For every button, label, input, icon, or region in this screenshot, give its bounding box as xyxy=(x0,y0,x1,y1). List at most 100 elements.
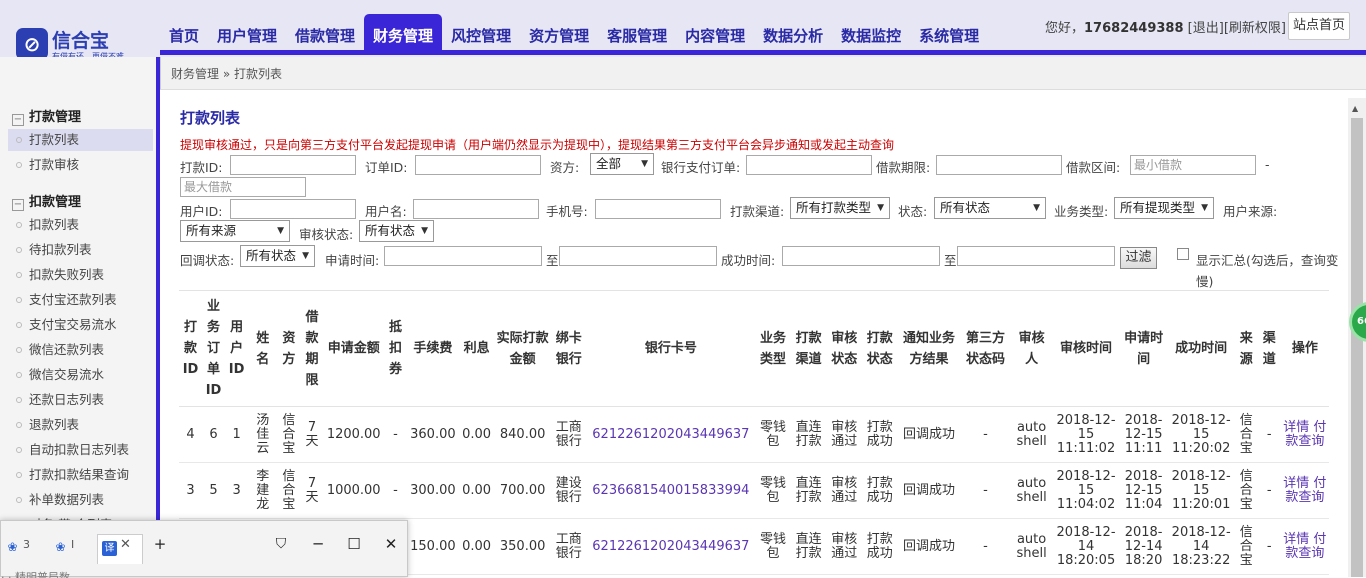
nav-item-0[interactable]: 首页 xyxy=(160,14,208,52)
sidebar-item[interactable]: 还款日志列表 xyxy=(8,389,153,411)
status-select[interactable]: 所有状态 ▼ xyxy=(934,197,1046,219)
sidebar-item[interactable]: 微信还款列表 xyxy=(8,339,153,361)
nav-item-5[interactable]: 资方管理 xyxy=(520,14,598,52)
browser-tab-translate[interactable]: 译 ✕ xyxy=(97,534,143,564)
sidebar-item[interactable]: 打款扣款结果查询 xyxy=(8,464,153,486)
site-home-button[interactable]: 站点首页 xyxy=(1288,12,1350,40)
callback-select[interactable]: 所有状态 ▼ xyxy=(240,245,315,267)
show-summary-checkbox[interactable] xyxy=(1177,248,1189,260)
user-id-input[interactable] xyxy=(230,199,356,219)
audit-select[interactable]: 所有状态 ▼ xyxy=(359,220,434,242)
username-input[interactable] xyxy=(413,199,539,219)
table-cell: 零钱包 xyxy=(755,518,791,575)
sidebar-group-deduction[interactable]: − 扣款管理 xyxy=(12,191,81,211)
scroll-thumb[interactable] xyxy=(1351,118,1363,577)
min-loan-input[interactable]: 最小借款 xyxy=(1130,155,1256,175)
table-row: 4 6 1 汤佳云 信合宝 7天 1200.00-360.00 0.00 840.00 工商银行 6… xyxy=(179,406,1329,463)
nav-item-10[interactable]: 系统管理 xyxy=(910,14,988,52)
order-id-input[interactable] xyxy=(415,155,541,175)
row-actions-link[interactable]: 详情 付款查询 xyxy=(1280,518,1329,575)
scroll-up-icon[interactable]: ▲ xyxy=(1352,104,1358,113)
minimize-button[interactable]: ─ xyxy=(307,533,329,555)
browser-tab-1[interactable]: ❀ 3 xyxy=(5,538,30,562)
capital-label: 资方: xyxy=(550,160,580,175)
biz-type-select[interactable]: 所有提现类型 ▼ xyxy=(1114,197,1214,219)
apply-time-end-input[interactable] xyxy=(559,246,717,266)
logout-link[interactable]: [退出] xyxy=(1188,21,1224,36)
table-cell: 建设银行 xyxy=(550,462,587,519)
collapse-icon: − xyxy=(12,199,24,211)
chevron-down-icon: ▼ xyxy=(421,226,428,236)
nav-item-7[interactable]: 内容管理 xyxy=(676,14,754,52)
sidebar-item[interactable]: 打款审核 xyxy=(8,154,153,176)
channel-select[interactable]: 所有打款类型 ▼ xyxy=(790,197,890,219)
shirt-icon[interactable]: ⛉ xyxy=(270,533,292,555)
nav-item-3[interactable]: 财务管理 xyxy=(364,14,443,52)
bank-order-input[interactable] xyxy=(746,155,872,175)
sidebar-item[interactable]: 扣款失败列表 xyxy=(8,264,153,286)
audit-label: 审核状态: xyxy=(299,227,354,242)
apply-time-start-input[interactable] xyxy=(384,246,542,266)
sidebar-item[interactable]: 打款列表 xyxy=(8,129,153,151)
sidebar-item[interactable]: 待扣款列表 xyxy=(8,239,153,261)
table-cell: 审核通过 xyxy=(826,406,862,463)
table-cell: 零钱包 xyxy=(755,406,791,463)
table-cell: 1200.00 xyxy=(323,406,384,463)
nav-item-1[interactable]: 用户管理 xyxy=(208,14,286,52)
maximize-button[interactable]: ☐ xyxy=(343,533,365,555)
sidebar-item[interactable]: 扣款列表 xyxy=(8,214,153,236)
table-cell: 信合宝 xyxy=(277,406,301,463)
max-loan-input[interactable]: 最大借款 xyxy=(180,177,306,197)
loan-term-input[interactable] xyxy=(936,155,1062,175)
success-time-start-input[interactable] xyxy=(782,246,940,266)
table-cell: 7天 xyxy=(300,462,324,519)
new-tab-button[interactable]: + xyxy=(149,533,171,555)
bullet-icon xyxy=(16,137,22,143)
nav-item-4[interactable]: 风控管理 xyxy=(442,14,520,52)
row-actions-link[interactable]: 详情 付款查询 xyxy=(1280,462,1329,519)
table-cell: 工商银行 xyxy=(550,406,587,463)
nav-item-8[interactable]: 数据分析 xyxy=(754,14,832,52)
row-actions-link[interactable]: 详情 付款查询 xyxy=(1280,406,1329,463)
sidebar-item[interactable]: 补单数据列表 xyxy=(8,489,153,511)
phone-input[interactable] xyxy=(595,199,721,219)
bank-card-number[interactable]: 6212261202043449637 xyxy=(586,406,756,463)
close-window-button[interactable]: ✕ xyxy=(380,533,402,555)
table-cell: - xyxy=(383,462,407,519)
loan-range-label: 借款区间: xyxy=(1066,160,1121,175)
table-cell: 信合宝 xyxy=(1234,462,1258,519)
nav-item-6[interactable]: 客服管理 xyxy=(598,14,676,52)
browser-tab-2[interactable]: ❀ I xyxy=(53,538,74,562)
table-cell: 打款成功 xyxy=(862,406,898,463)
table-cell: 汤佳云 xyxy=(248,406,278,463)
bullet-icon xyxy=(16,247,22,253)
success-time-end-input[interactable] xyxy=(957,246,1115,266)
sidebar-item[interactable]: 退款列表 xyxy=(8,414,153,436)
column-header: 手续费 xyxy=(406,290,459,407)
sidebar-group-payment[interactable]: − 打款管理 xyxy=(12,106,81,126)
sidebar-item[interactable]: 支付宝还款列表 xyxy=(8,289,153,311)
column-header: 利息 xyxy=(458,290,495,407)
nav-item-9[interactable]: 数据监控 xyxy=(832,14,910,52)
bank-card-number[interactable]: 6236681540015833994 xyxy=(586,462,756,519)
chevron-down-icon: ▼ xyxy=(1201,203,1208,213)
nav-item-2[interactable]: 借款管理 xyxy=(286,14,364,52)
bank-card-number[interactable]: 6212261202043449637 xyxy=(586,518,756,575)
filter-button[interactable]: 过滤 xyxy=(1120,247,1157,269)
capital-select[interactable]: 全部 ▼ xyxy=(590,153,654,175)
table-cell: 信合宝 xyxy=(1234,406,1258,463)
column-header: 业务订单ID xyxy=(202,290,226,407)
source-select[interactable]: 所有来源 ▼ xyxy=(180,220,290,242)
tab-close-icon[interactable]: ✕ xyxy=(120,537,131,552)
sidebar-item[interactable]: 自动扣款日志列表 xyxy=(8,439,153,461)
refresh-permission-link[interactable]: [刷新权限] xyxy=(1224,21,1286,36)
sidebar-item[interactable]: 微信交易流水 xyxy=(8,364,153,386)
table-cell: 0.00 xyxy=(458,518,495,575)
sidebar-item[interactable]: 支付宝交易流水 xyxy=(8,314,153,336)
table-cell: auto shell xyxy=(1010,406,1053,463)
phone-label: 手机号: xyxy=(546,204,588,219)
pay-id-input[interactable] xyxy=(230,155,356,175)
table-cell: 4 xyxy=(179,406,203,463)
table-cell: 150.00 xyxy=(406,518,459,575)
table-cell: 2018-12-15 11:20:02 xyxy=(1167,406,1235,463)
